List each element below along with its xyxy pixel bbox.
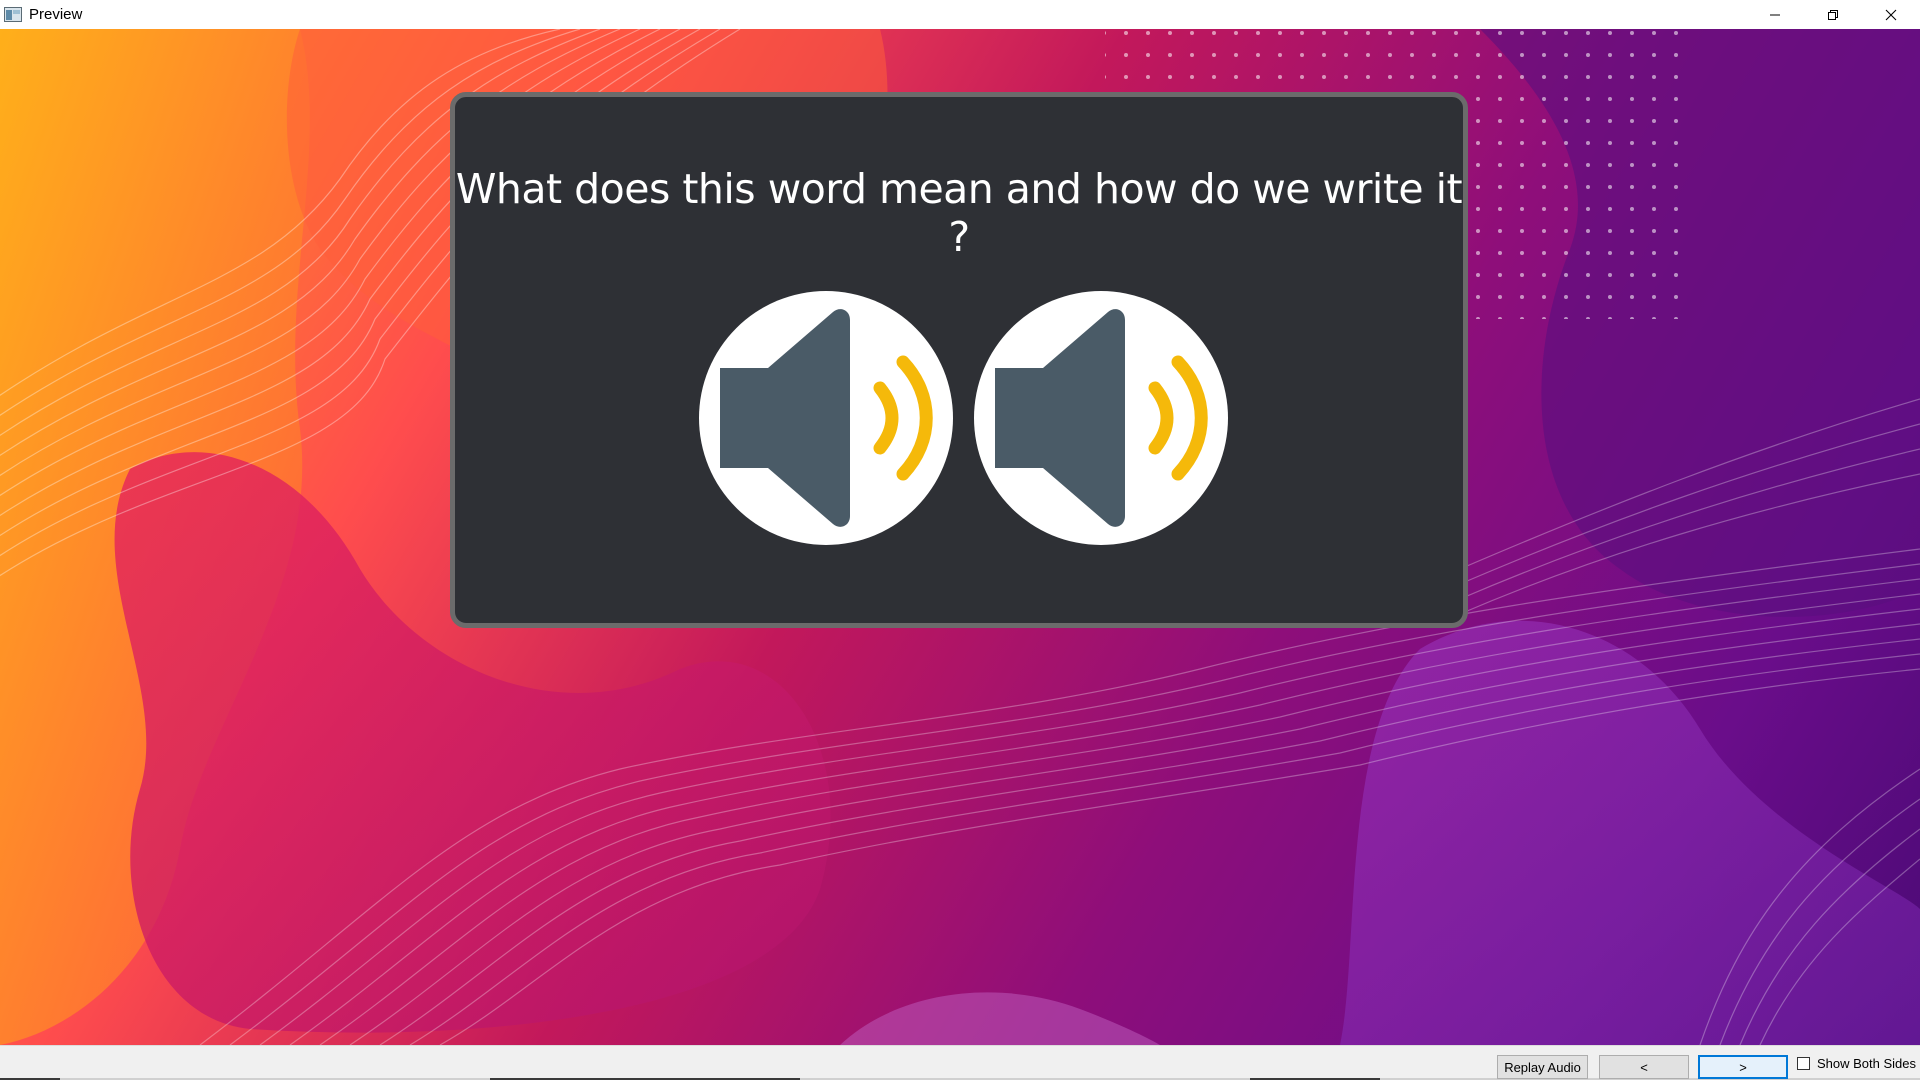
close-button[interactable] [1862,0,1920,29]
audio-play-button-1[interactable] [698,290,954,546]
show-both-sides-toggle[interactable]: Show Both Sides [1797,1056,1916,1071]
audio-play-button-2[interactable] [973,290,1229,546]
preview-app-icon [4,7,22,22]
previous-button[interactable]: < [1599,1055,1689,1079]
window-title: Preview [29,6,83,23]
show-both-sides-label: Show Both Sides [1817,1056,1917,1071]
close-icon [1885,9,1897,20]
bottom-toolbar: Replay Audio < > Show Both Sides [0,1045,1920,1080]
minimize-button[interactable] [1746,0,1804,29]
restore-icon [1828,9,1838,20]
preview-stage: What does this word mean and how do we w… [0,29,1920,1045]
minimize-icon [1770,14,1780,15]
show-both-sides-checkbox[interactable] [1797,1057,1810,1070]
next-button[interactable]: > [1698,1055,1788,1079]
flashcard: What does this word mean and how do we w… [450,92,1468,628]
speaker-icon [699,291,953,545]
title-bar: Preview [0,0,1920,29]
restore-button[interactable] [1804,0,1862,29]
speaker-icon [974,291,1228,545]
question-text: What does this word mean and how do we w… [455,165,1463,261]
replay-audio-button[interactable]: Replay Audio [1497,1055,1588,1079]
